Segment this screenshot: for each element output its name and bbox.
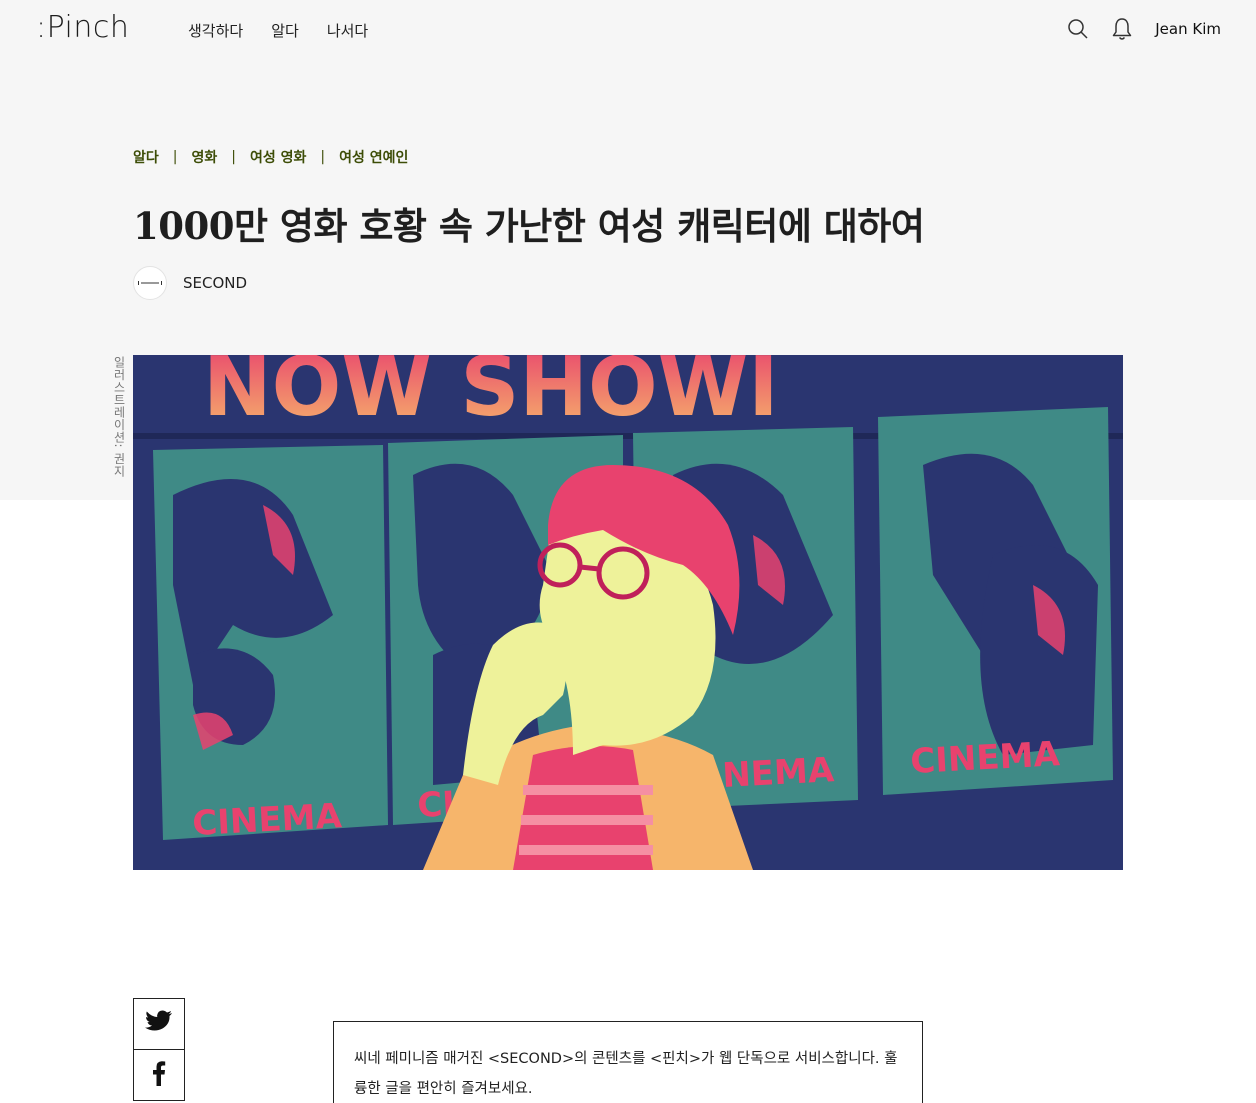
article-title: 1000만 영화 호황 속 가난한 여성 캐릭터에 대하여 (133, 204, 925, 248)
user-name[interactable]: Jean Kim (1155, 20, 1221, 38)
marquee-text: NOW SHOWI (203, 355, 779, 435)
bell-icon[interactable] (1109, 16, 1135, 42)
nav-item-think[interactable]: 생각하다 (188, 20, 243, 41)
nav-item-know[interactable]: 알다 (271, 20, 299, 41)
author-info[interactable]: SECOND (133, 266, 247, 300)
pinch-logo[interactable]: :Pinch (36, 10, 129, 45)
twitter-share-button[interactable] (133, 998, 185, 1050)
breadcrumb-separator: | (172, 149, 178, 165)
main-nav: 생각하다 알다 나서다 (188, 20, 396, 41)
breadcrumb-item[interactable]: 알다 (133, 147, 159, 167)
hero-illustration: NOW SHOWI CINEMA CI NEMA CINEMA (133, 355, 1123, 870)
breadcrumb: 알다 | 영화 | 여성 영화 | 여성 연예인 (133, 147, 408, 167)
breadcrumb-item[interactable]: 여성 연예인 (339, 147, 408, 167)
search-icon[interactable] (1065, 16, 1091, 42)
breadcrumb-separator: | (320, 149, 326, 165)
header-actions: Jean Kim (1065, 16, 1221, 42)
twitter-icon (145, 1010, 173, 1038)
poster-label: CINEMA (191, 796, 343, 844)
facebook-icon (152, 1060, 166, 1090)
breadcrumb-item[interactable]: 영화 (191, 147, 217, 167)
nav-item-act[interactable]: 나서다 (327, 20, 368, 41)
share-buttons (133, 998, 185, 1101)
author-avatar[interactable] (133, 266, 167, 300)
image-credit: 일러스트레이션: 권지 (112, 356, 126, 478)
breadcrumb-separator: | (231, 149, 236, 165)
poster-label: NEMA (721, 750, 835, 796)
facebook-share-button[interactable] (133, 1049, 185, 1101)
notice-text: 씨네 페미니즘 매거진 <SECOND>의 콘텐츠를 <핀치>가 웹 단독으로 … (354, 1051, 898, 1097)
notice-box: 씨네 페미니즘 매거진 <SECOND>의 콘텐츠를 <핀치>가 웹 단독으로 … (333, 1021, 923, 1103)
poster-label: CINEMA (909, 734, 1061, 782)
author-name[interactable]: SECOND (183, 274, 247, 292)
breadcrumb-item[interactable]: 여성 영화 (250, 147, 306, 167)
site-header: :Pinch 생각하다 알다 나서다 Jean Kim (0, 0, 1256, 62)
